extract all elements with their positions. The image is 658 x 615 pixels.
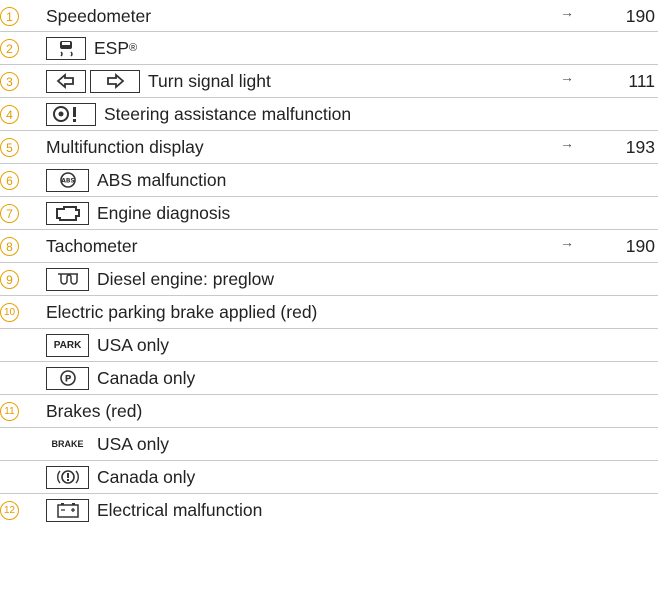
- parking-circle-icon: P: [46, 366, 89, 390]
- item-label: Turn signal light: [148, 70, 271, 91]
- list-item-multifunction-display: 5 Multifunction display → 193: [0, 131, 658, 164]
- svg-text:ABS: ABS: [61, 178, 75, 185]
- list-item-speedometer: 1 Speedometer → 190: [0, 0, 658, 32]
- item-label: Steering assistance malfunction: [104, 103, 352, 124]
- list-item-abs: 6 ABS ABS malfunction: [0, 164, 658, 197]
- turn-right-arrow-icon: [90, 69, 140, 93]
- item-number: 6: [0, 171, 19, 190]
- list-item-brake-usa: BRAKE USA only: [0, 428, 658, 461]
- item-number: 11: [0, 402, 19, 421]
- item-label: USA only: [97, 433, 169, 454]
- item-number: 8: [0, 237, 19, 256]
- list-item-esp: 2 ESP ®: [0, 32, 658, 65]
- page-reference-arrow: →: [560, 135, 574, 151]
- registered-mark: ®: [129, 42, 138, 54]
- list-item-electrical-malfunction: 12 Electrical malfunction: [0, 494, 658, 527]
- turn-left-arrow-icon: [46, 69, 86, 93]
- item-label: USA only: [97, 334, 169, 355]
- page-reference-arrow: →: [560, 4, 574, 20]
- steering-wheel-warning-icon: [46, 102, 96, 126]
- indicator-legend-list: 1 Speedometer → 190 2 ESP ® 3 Turn signal…: [0, 0, 658, 527]
- esp-car-skid-icon: [46, 36, 86, 60]
- item-number: 10: [0, 303, 19, 322]
- list-item-brakes: 11 Brakes (red): [0, 395, 658, 428]
- list-item-turn-signal: 3 Turn signal light → 111: [0, 65, 658, 98]
- brake-circle-icon: [46, 465, 89, 489]
- page-reference-arrow: →: [560, 234, 574, 250]
- item-number: 4: [0, 105, 19, 124]
- abs-icon: ABS: [46, 168, 89, 192]
- item-label: ABS malfunction: [97, 169, 227, 190]
- item-number: 12: [0, 501, 19, 520]
- page-reference: 111: [628, 71, 655, 91]
- item-number: 3: [0, 72, 19, 91]
- item-label: Multifunction display: [46, 136, 204, 157]
- item-label: Electric parking brake applied (red): [46, 301, 318, 322]
- item-number: 1: [0, 7, 19, 26]
- item-label: Diesel engine: preglow: [97, 268, 275, 289]
- page-reference: 190: [625, 6, 655, 26]
- item-label: ESP: [94, 37, 130, 58]
- battery-icon: [46, 498, 89, 522]
- item-label: Brakes (red): [46, 400, 143, 421]
- list-item-engine-diagnosis: 7 Engine diagnosis: [0, 197, 658, 230]
- item-label: Speedometer: [46, 5, 152, 26]
- list-item-brake-canada: Canada only: [0, 461, 658, 494]
- list-item-preglow: 9 Diesel engine: preglow: [0, 263, 658, 296]
- item-label: Canada only: [97, 466, 196, 487]
- item-number: 2: [0, 39, 19, 58]
- list-item-tachometer: 8 Tachometer → 190: [0, 230, 658, 263]
- page-reference: 190: [625, 236, 655, 256]
- engine-diagnosis-icon: [46, 201, 89, 225]
- svg-text:P: P: [64, 375, 71, 385]
- item-number: 9: [0, 270, 19, 289]
- list-item-parking-brake: 10 Electric parking brake applied (red): [0, 296, 658, 329]
- item-number: 5: [0, 138, 19, 157]
- park-text-icon: PARK: [46, 333, 89, 357]
- item-label: Canada only: [97, 367, 196, 388]
- list-item-park-usa: PARK USA only: [0, 329, 658, 362]
- item-label: Engine diagnosis: [97, 202, 231, 223]
- item-label: Electrical malfunction: [97, 499, 263, 520]
- brake-text-icon: BRAKE: [51, 439, 84, 449]
- list-item-park-canada: P Canada only: [0, 362, 658, 395]
- item-number: 7: [0, 204, 19, 223]
- preglow-coil-icon: [46, 267, 89, 291]
- page-reference: 193: [625, 137, 655, 157]
- list-item-steering-assistance: 4 Steering assistance malfunction: [0, 98, 658, 131]
- item-label: Tachometer: [46, 235, 138, 256]
- page-reference-arrow: →: [560, 69, 574, 85]
